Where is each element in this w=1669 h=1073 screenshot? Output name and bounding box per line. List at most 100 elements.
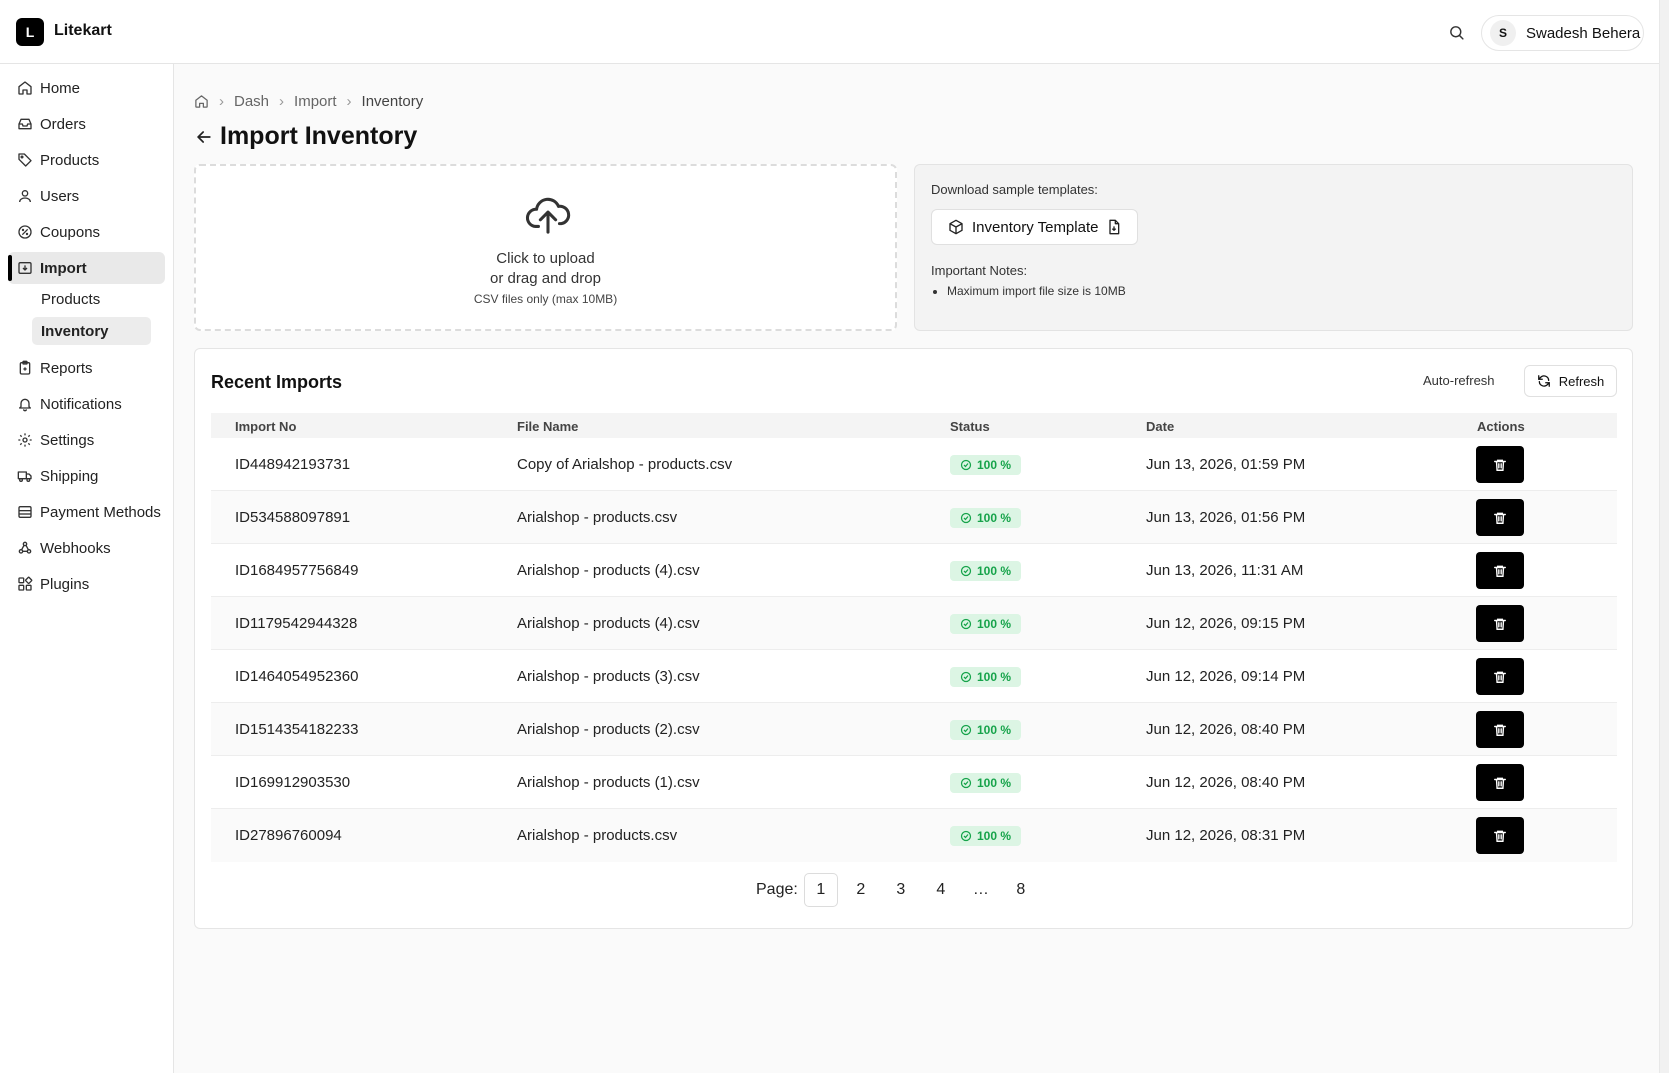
check-circle-icon	[960, 512, 972, 524]
trash-icon	[1494, 777, 1506, 789]
main-content: › Dash › Import › Inventory Import Inven…	[174, 64, 1659, 1073]
notes-list: Maximum import file size is 10MB	[947, 284, 1126, 298]
page-3-button[interactable]: 3	[884, 873, 918, 907]
sidebar-item-users[interactable]: Users	[8, 180, 165, 212]
refresh-icon	[1537, 375, 1550, 387]
file-name: Arialshop - products (4).csv	[517, 615, 700, 632]
check-circle-icon	[960, 777, 972, 789]
sidebar-item-shipping[interactable]: Shipping	[8, 460, 165, 492]
table-row[interactable]: ID1684957756849 Arialshop - products (4)…	[211, 544, 1617, 597]
tag-icon	[18, 153, 32, 167]
trash-icon	[1494, 671, 1506, 683]
ellipsis-icon: …	[972, 881, 989, 898]
sidebar-subitem-inventory[interactable]: Inventory	[32, 317, 151, 345]
sidebar-item-settings[interactable]: Settings	[8, 424, 165, 456]
table-row[interactable]: ID1514354182233 Arialshop - products (2)…	[211, 703, 1617, 756]
file-name: Arialshop - products.csv	[517, 509, 678, 526]
table-row[interactable]: ID448942193731 Copy of Arialshop - produ…	[211, 438, 1617, 491]
pagination: Page: 1 2 3 4 … 8	[756, 873, 1044, 907]
breadcrumb-current: Inventory	[361, 93, 424, 110]
column-header[interactable]: Import No	[235, 419, 296, 434]
sidebar-item-coupons[interactable]: Coupons	[8, 216, 165, 248]
import-no: ID27896760094	[235, 827, 342, 844]
top-bar: L Litekart S Swadesh Behera	[0, 0, 1659, 64]
import-no: ID448942193731	[235, 456, 351, 473]
page-1-button[interactable]: 1	[803, 873, 838, 907]
gear-icon	[18, 433, 32, 447]
file-name: Copy of Arialshop - products.csv	[517, 456, 733, 473]
delete-button[interactable]	[1476, 552, 1524, 589]
import-no: ID1464054952360	[235, 668, 359, 685]
table-row[interactable]: ID169912903530 Arialshop - products (1).…	[211, 756, 1617, 809]
import-date: Jun 12, 2026, 09:14 PM	[1146, 668, 1306, 685]
sidebar-item-home[interactable]: Home	[8, 72, 165, 104]
database-icon	[18, 506, 32, 518]
column-header[interactable]: Status	[950, 419, 990, 434]
sidebar-item-import[interactable]: Import	[8, 252, 165, 284]
notes-label: Important Notes:	[931, 263, 1028, 278]
page-8-button[interactable]: 8	[1004, 873, 1038, 907]
sidebar-item-orders[interactable]: Orders	[8, 108, 165, 140]
status-badge: 100 %	[950, 720, 1021, 740]
status-badge: 100 %	[950, 508, 1021, 528]
templates-panel: Download sample templates: Inventory Tem…	[914, 164, 1633, 331]
auto-refresh-toggle[interactable]: Auto-refresh	[1423, 373, 1495, 388]
home-icon	[18, 81, 32, 95]
sidebar-item-webhooks[interactable]: Webhooks	[8, 532, 165, 564]
home-icon[interactable]	[194, 94, 209, 109]
coupon-icon	[18, 225, 32, 239]
check-circle-icon	[960, 830, 972, 842]
delete-button[interactable]	[1476, 817, 1524, 854]
delete-button[interactable]	[1476, 764, 1524, 801]
arrow-left-icon[interactable]	[194, 127, 214, 147]
sidebar-item-notifications[interactable]: Notifications	[8, 388, 165, 420]
sidebar-subitem-products[interactable]: Products	[32, 285, 151, 313]
sidebar-item-label: Orders	[40, 115, 86, 133]
delete-button[interactable]	[1476, 605, 1524, 642]
chevron-right-icon: ›	[346, 93, 352, 110]
avatar: S	[1490, 20, 1516, 46]
brand-logo[interactable]: L	[16, 18, 44, 46]
status-badge: 100 %	[950, 667, 1021, 687]
breadcrumb: › Dash › Import › Inventory	[194, 93, 423, 110]
sidebar-item-plugins[interactable]: Plugins	[8, 568, 165, 600]
upload-instruction-secondary: or drag and drop	[490, 270, 601, 287]
file-name: Arialshop - products.csv	[517, 827, 678, 844]
clipboard-icon	[19, 360, 31, 375]
page-2-button[interactable]: 2	[844, 873, 878, 907]
import-date: Jun 13, 2026, 11:31 AM	[1146, 562, 1304, 579]
delete-button[interactable]	[1476, 711, 1524, 748]
column-header[interactable]: Date	[1146, 419, 1174, 434]
status-badge: 100 %	[950, 561, 1021, 581]
delete-button[interactable]	[1476, 499, 1524, 536]
sidebar-item-reports[interactable]: Reports	[8, 352, 165, 384]
recent-imports-card: Recent Imports Auto-refresh Refresh Impo…	[194, 348, 1633, 929]
search-button[interactable]	[1444, 20, 1468, 44]
file-name: Arialshop - products (3).csv	[517, 668, 700, 685]
package-icon	[949, 219, 963, 235]
table-row[interactable]: ID27896760094 Arialshop - products.csv 1…	[211, 809, 1617, 862]
delete-button[interactable]	[1476, 658, 1524, 695]
download-inventory-template-button[interactable]: Inventory Template	[931, 209, 1138, 245]
check-circle-icon	[960, 565, 972, 577]
breadcrumb-dash[interactable]: Dash	[234, 93, 269, 110]
refresh-label: Refresh	[1558, 373, 1605, 389]
sidebar-item-label: Shipping	[40, 467, 99, 485]
sidebar-item-products[interactable]: Products	[8, 144, 165, 176]
sidebar-item-payment-methods[interactable]: Payment Methods	[8, 496, 165, 528]
table-row[interactable]: ID1179542944328 Arialshop - products (4)…	[211, 597, 1617, 650]
brand-name[interactable]: Litekart	[54, 22, 112, 40]
import-no: ID1514354182233	[235, 721, 359, 738]
user-menu-button[interactable]: S Swadesh Behera	[1481, 15, 1644, 51]
truck-icon	[17, 471, 32, 482]
sidebar-item-label: Webhooks	[40, 539, 111, 557]
table-row[interactable]: ID1464054952360 Arialshop - products (3)…	[211, 650, 1617, 703]
page-scrollbar[interactable]	[1659, 0, 1669, 1073]
refresh-button[interactable]: Refresh	[1524, 365, 1617, 397]
column-header[interactable]: File Name	[517, 419, 578, 434]
file-upload-dropzone[interactable]: Click to upload or drag and drop CSV fil…	[194, 164, 897, 331]
delete-button[interactable]	[1476, 446, 1524, 483]
breadcrumb-import[interactable]: Import	[294, 93, 337, 110]
table-row[interactable]: ID534588097891 Arialshop - products.csv …	[211, 491, 1617, 544]
page-4-button[interactable]: 4	[924, 873, 958, 907]
